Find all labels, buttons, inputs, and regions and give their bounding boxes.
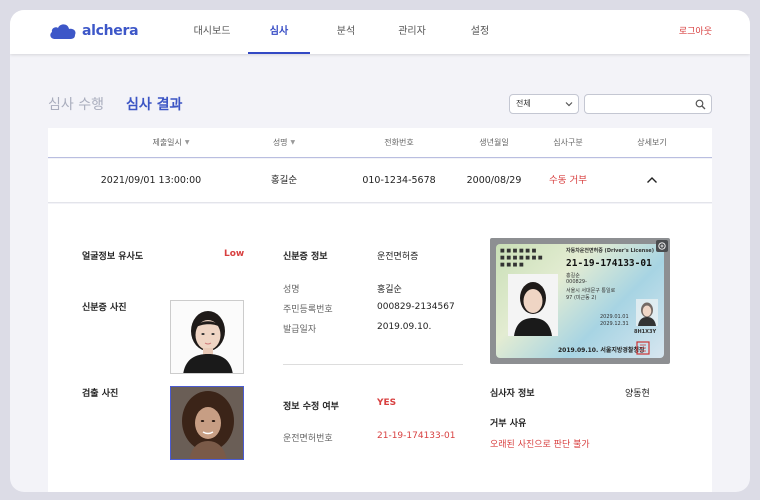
nav-dashboard-label: 대시보드 (193, 26, 231, 37)
info-modified-value: YES (377, 398, 397, 408)
tab-review-perform[interactable]: 심사 수행 (48, 94, 104, 114)
detected-photo-image (171, 387, 243, 459)
card-number: 21-19-174133-01 (566, 258, 652, 269)
sort-down-icon[interactable]: ▼ (291, 128, 296, 158)
card-rrn: 000829- (566, 279, 587, 285)
face-similarity-label: 얼굴정보 유사도 (82, 252, 144, 262)
brand-name: alchera (82, 23, 139, 39)
name-value: 홍길순 (377, 285, 402, 295)
nav-admin-label: 관리자 (398, 26, 426, 37)
nav-review[interactable]: 심사 (248, 10, 310, 54)
table-header: 제출일시 ▼ 성명 ▼ 전화번호 생년월일 심사구분 상세보기 (48, 128, 712, 158)
nav-settings-label: 설정 (470, 26, 490, 37)
card-code: 8H1X3Y (634, 329, 657, 335)
column-header-phone-label: 전화번호 (384, 138, 414, 147)
reject-reason-label: 거부 사유 (490, 419, 527, 429)
card-portrait (508, 274, 558, 336)
detected-photo (170, 386, 244, 460)
card-holder: 홍길순 (566, 273, 580, 279)
info-modified-label: 정보 수정 여부 (283, 402, 339, 412)
card-legend-text: ■ ■ ■ ■ ■ ■ ■ ■ ■ ■ ■ ■ ■ ■ ■ ■ ■ (500, 248, 543, 268)
rrn-label: 주민등록번호 (283, 305, 333, 315)
reject-reason-value: 오래된 사진으로 판단 불가 (490, 440, 590, 450)
column-header-name-label: 성명 (272, 138, 288, 147)
nav-analysis[interactable]: 분석 (328, 10, 364, 54)
column-header-detail-label: 상세보기 (637, 138, 667, 147)
column-header-birth-label: 생년월일 (479, 138, 509, 147)
card-valid: 2029.12.31 (600, 321, 629, 327)
card-footer: 2019.09.10. 서울지방경찰청장 (558, 347, 645, 354)
cell-name: 홍길순 (270, 175, 298, 186)
column-header-name[interactable]: 성명 ▼ (244, 128, 324, 158)
issue-date-value: 2019.09.10. (377, 322, 432, 332)
card-issued: 2029.01.01 (600, 314, 629, 320)
column-header-birth: 생년월일 (454, 128, 534, 158)
logout-link[interactable]: 로그아웃 (679, 10, 712, 54)
column-header-review-type-label: 심사구분 (553, 138, 583, 147)
id-photo-image (171, 301, 243, 373)
column-header-phone: 전화번호 (354, 128, 444, 158)
nav-settings[interactable]: 설정 (462, 10, 498, 54)
chevron-down-icon (565, 102, 573, 107)
section-divider (283, 364, 463, 365)
table-row[interactable]: 2021/09/01 13:00:00 홍길순 010-1234-5678 20… (48, 159, 712, 203)
column-header-submitted[interactable]: 제출일시 ▼ (106, 128, 236, 158)
cloud-logo-icon (50, 24, 76, 39)
card-seal-icon (636, 341, 650, 355)
license-number-label: 운전면허번호 (283, 434, 333, 444)
rrn-value: 000829-2134567 (377, 302, 455, 312)
id-photo-label: 신분증 사진 (82, 303, 127, 313)
name-label: 성명 (283, 285, 300, 295)
card-ghost-portrait (636, 299, 658, 326)
id-card-face: ■ ■ ■ ■ ■ ■ ■ ■ ■ ■ ■ ■ ■ ■ ■ ■ ■ 자동차운전면허증… (496, 244, 664, 358)
filter-select[interactable]: 전체 (509, 94, 579, 114)
detected-photo-label: 검출 사진 (82, 389, 119, 399)
id-card-image[interactable]: ■ ■ ■ ■ ■ ■ ■ ■ ■ ■ ■ ■ ■ ■ ■ ■ ■ 자동차운전면허증… (490, 238, 670, 364)
cell-phone: 010-1234-5678 (362, 175, 436, 186)
cell-birth-date: 2000/08/29 (466, 175, 522, 186)
card-title: 자동차운전면허증 (Driver's License) (566, 248, 654, 254)
tab-review-result[interactable]: 심사 결과 (126, 94, 182, 114)
search-input[interactable] (584, 94, 712, 114)
sort-down-icon[interactable]: ▼ (185, 128, 190, 158)
card-address-2: 97 (미근동 2) (566, 295, 597, 301)
reviewer-value: 양동현 (625, 389, 650, 399)
nav-review-label: 심사 (269, 26, 289, 37)
cell-submitted-at: 2021/09/01 13:00:00 (100, 175, 202, 186)
detail-panel: 얼굴정보 유사도 Low 신분증 사진 검출 사진 신분증 정보 운전면허증 성… (48, 204, 712, 492)
license-number-value: 21-19-174133-01 (377, 431, 456, 441)
nav-active-indicator (248, 52, 310, 54)
issue-date-label: 발급일자 (283, 325, 317, 335)
face-similarity-value: Low (224, 249, 245, 259)
chevron-up-icon[interactable] (646, 175, 658, 185)
expand-icon[interactable] (656, 240, 668, 252)
search-icon[interactable] (695, 99, 706, 110)
column-header-submitted-label: 제출일시 (152, 138, 182, 147)
reviewer-label: 심사자 정보 (490, 389, 535, 399)
card-address: 서울시 서대문구 통일로 (566, 288, 616, 294)
cell-review-type: 수동 거부 (549, 175, 587, 186)
nav-analysis-label: 분석 (336, 26, 356, 37)
app-frame: alchera 대시보드 심사 분석 관리자 설정 로그아웃 심사 수행 심사 … (10, 10, 750, 492)
column-header-detail: 상세보기 (622, 128, 682, 158)
id-type-value: 운전면허증 (377, 252, 419, 262)
filter-selected-value: 전체 (516, 99, 531, 108)
nav-dashboard[interactable]: 대시보드 (186, 10, 238, 54)
column-header-review-type: 심사구분 (538, 128, 598, 158)
id-info-label: 신분증 정보 (283, 252, 328, 262)
top-navigation-bar: alchera 대시보드 심사 분석 관리자 설정 로그아웃 (10, 10, 750, 54)
nav-admin[interactable]: 관리자 (392, 10, 432, 54)
brand-logo[interactable]: alchera (48, 22, 139, 40)
id-photo (170, 300, 244, 374)
